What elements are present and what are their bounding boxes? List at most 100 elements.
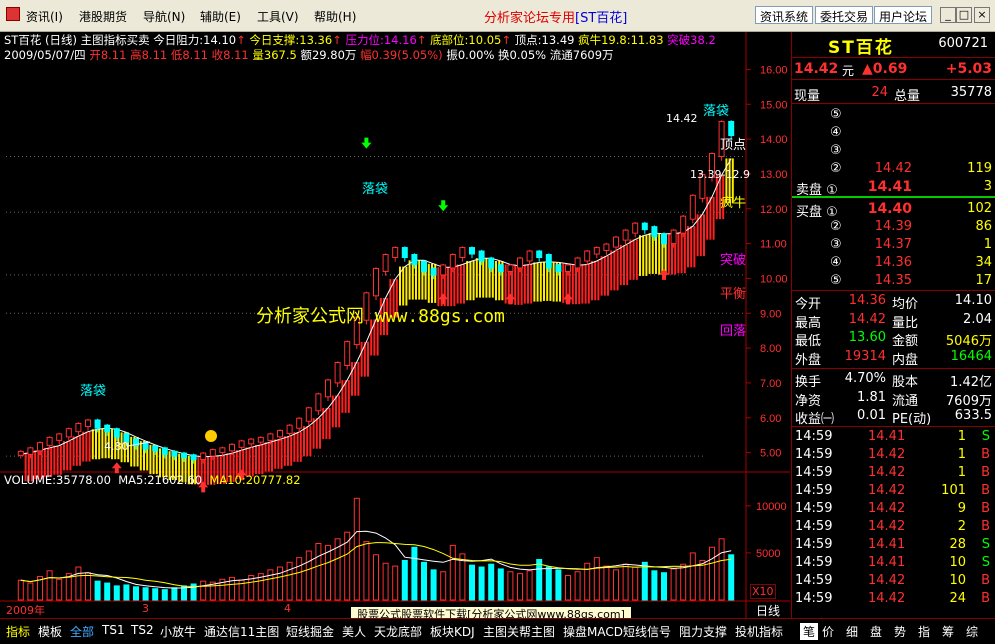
restore-button[interactable]: □ — [956, 7, 972, 23]
candle[interactable] — [670, 229, 677, 245]
volume-bar[interactable] — [133, 586, 139, 601]
panel-tab[interactable]: 综 — [966, 623, 978, 640]
volume-bar[interactable] — [104, 582, 111, 601]
volume-bar[interactable] — [171, 587, 178, 601]
indicator-tab[interactable]: 短线掘金 — [286, 623, 334, 640]
candle[interactable] — [401, 247, 408, 259]
panel-tab[interactable]: 价 — [822, 623, 834, 640]
menu-tools[interactable]: 工具(V) — [257, 8, 299, 25]
indicator-tab[interactable]: 美人 — [342, 623, 366, 640]
candle[interactable] — [555, 264, 562, 272]
volume-bar[interactable] — [565, 575, 571, 601]
trade-button[interactable]: 委托交易 — [815, 6, 874, 24]
volume-bar[interactable] — [545, 566, 552, 601]
candle[interactable] — [565, 264, 571, 272]
indicator-tab[interactable]: TS2 — [131, 623, 154, 637]
volume-bar[interactable] — [497, 568, 504, 601]
volume-bar[interactable] — [661, 572, 667, 601]
candle[interactable] — [238, 440, 245, 448]
candle[interactable] — [104, 424, 111, 433]
menu-navigate[interactable]: 导航(N) — [143, 8, 185, 25]
volume-bar[interactable] — [536, 559, 543, 601]
volume-bar[interactable] — [526, 570, 533, 601]
volume-bar[interactable] — [296, 557, 303, 601]
volume-bar[interactable] — [469, 564, 475, 601]
candle[interactable] — [392, 247, 399, 259]
volume-bar[interactable] — [478, 566, 485, 601]
ask-row[interactable]: ② 14.42 119 — [792, 160, 995, 178]
candle[interactable] — [603, 243, 610, 252]
volume-bar[interactable] — [574, 571, 581, 601]
candle[interactable] — [497, 264, 504, 272]
volume-bar[interactable] — [200, 580, 207, 601]
panel-tab[interactable]: 盘 — [870, 623, 882, 640]
kline-chart[interactable]: 16.00 15.00 14.00 13.00 12.00 11.00 10.00 9.00 8… — [0, 32, 790, 618]
indicator-tab[interactable]: 主图关帮主图 — [483, 623, 555, 640]
candle[interactable] — [526, 250, 533, 262]
candle[interactable] — [277, 429, 283, 438]
bid-row[interactable]: ④ 14.36 34 — [792, 254, 995, 272]
candle[interactable] — [536, 250, 543, 259]
volume-bar[interactable] — [709, 546, 715, 601]
volume-bar[interactable] — [315, 543, 322, 601]
volume-bar[interactable] — [622, 563, 629, 601]
ask-row[interactable]: ④ — [792, 124, 995, 142]
candle[interactable] — [181, 452, 187, 459]
candle[interactable] — [219, 447, 226, 454]
news-system-button[interactable]: 资讯系统 — [755, 6, 814, 24]
volume-bar[interactable] — [94, 580, 101, 601]
volume-bar[interactable] — [123, 584, 130, 601]
volume-bar[interactable] — [632, 566, 639, 601]
indicator-tab[interactable]: 通达信11主图 — [204, 623, 279, 640]
volume-bar[interactable] — [373, 554, 379, 601]
candle[interactable] — [85, 419, 91, 427]
candle[interactable] — [334, 362, 341, 384]
volume-bar[interactable] — [17, 579, 24, 601]
candle[interactable] — [651, 226, 658, 238]
candle[interactable] — [661, 233, 667, 245]
volume-bar[interactable] — [593, 557, 600, 601]
volume-bar[interactable] — [718, 538, 725, 601]
volume-bar[interactable] — [689, 552, 696, 601]
menu-hk-futures[interactable]: 港股期货 — [79, 8, 127, 25]
candle[interactable] — [373, 267, 379, 297]
volume-bar[interactable] — [411, 546, 418, 601]
candle[interactable] — [325, 379, 331, 398]
volume-bar[interactable] — [728, 554, 735, 601]
candle[interactable] — [507, 264, 514, 272]
candle[interactable] — [65, 428, 72, 438]
menu-assist[interactable]: 辅助(E) — [200, 8, 241, 25]
candle[interactable] — [267, 433, 274, 441]
candle[interactable] — [161, 447, 168, 455]
candle[interactable] — [517, 257, 523, 269]
volume-bar[interactable] — [421, 561, 427, 601]
menu-help[interactable]: 帮助(H) — [314, 8, 356, 25]
volume-bar[interactable] — [75, 566, 82, 601]
indicator-tab[interactable]: 模板 — [38, 623, 62, 640]
candle[interactable] — [248, 438, 255, 445]
candle[interactable] — [27, 447, 34, 455]
close-button[interactable]: × — [974, 7, 990, 23]
candle[interactable] — [584, 250, 591, 262]
candle[interactable] — [305, 407, 312, 422]
candle[interactable] — [382, 254, 389, 272]
volume-bar[interactable] — [305, 550, 312, 601]
candle[interactable] — [296, 417, 303, 429]
volume-bar[interactable] — [555, 569, 562, 601]
candle[interactable] — [229, 443, 235, 452]
candle[interactable] — [440, 264, 447, 276]
volume-bar[interactable] — [641, 561, 648, 601]
bid-row[interactable]: 买盘 ① 14.40 102 — [792, 200, 995, 220]
menu-info[interactable]: 资讯(I) — [26, 8, 63, 25]
candle[interactable] — [171, 450, 178, 457]
volume-bar[interactable] — [401, 559, 408, 601]
volume-bar[interactable] — [161, 589, 168, 601]
candle[interactable] — [286, 424, 293, 434]
candle[interactable] — [56, 433, 63, 441]
panel-tab[interactable]: 指 — [918, 623, 930, 640]
indicator-tab[interactable]: 投机指标 — [735, 623, 783, 640]
volume-bar[interactable] — [267, 569, 274, 601]
volume-bar[interactable] — [488, 563, 495, 601]
candle[interactable] — [152, 445, 159, 452]
candle[interactable] — [430, 267, 437, 276]
